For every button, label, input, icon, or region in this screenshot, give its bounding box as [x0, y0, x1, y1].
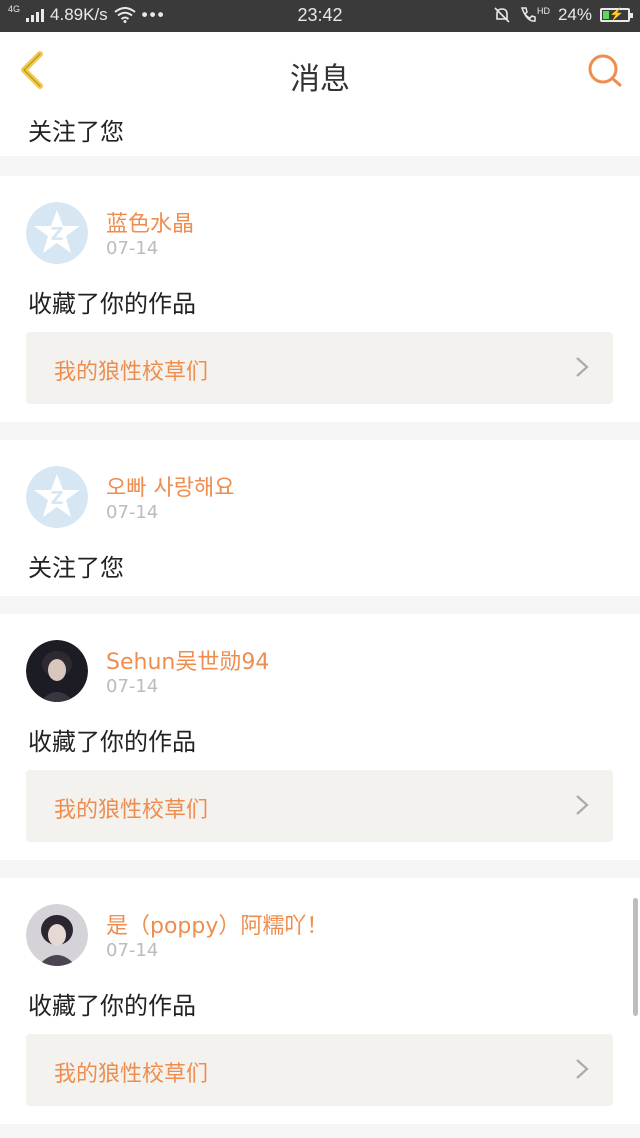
svg-text:Z: Z	[50, 224, 63, 245]
search-icon	[588, 54, 622, 87]
message-date: 07-14	[106, 502, 159, 523]
message-card[interactable]: Z 蓝色水晶 07-14 收藏了你的作品 我的狼性校草们	[0, 176, 640, 422]
work-link[interactable]: 我的狼性校草们	[26, 770, 613, 842]
message-card[interactable]: 是（poppy）阿糯吖！ 07-14 收藏了你的作品 我的狼性校草们	[0, 878, 640, 1124]
message-date: 07-14	[106, 238, 159, 259]
avatar[interactable]	[26, 640, 88, 702]
work-title: 我的狼性校草们	[54, 1062, 209, 1087]
message-card[interactable]: 关注了您	[0, 108, 640, 156]
default-avatar-icon: Z	[26, 466, 88, 528]
user-photo	[26, 904, 88, 966]
scrollbar[interactable]	[633, 898, 638, 1016]
nav-header: 消息	[0, 32, 640, 109]
status-right: HD 24% ⚡	[493, 5, 633, 25]
bell-muted-icon	[494, 7, 510, 23]
message-date: 07-14	[106, 940, 159, 961]
user-name[interactable]: 是（poppy）阿糯吖！	[106, 908, 328, 940]
default-avatar-icon: Z	[26, 202, 88, 264]
message-card[interactable]: Z 오빠 사랑해요 07-14 关注了您	[0, 440, 640, 596]
chevron-right-icon	[576, 357, 589, 377]
search-button[interactable]	[586, 52, 624, 90]
user-name[interactable]: 오빠 사랑해요	[106, 470, 234, 502]
hd-label: HD	[536, 6, 550, 16]
avatar[interactable]	[26, 904, 88, 966]
battery-icon: ⚡	[600, 7, 633, 22]
status-bar: 4G 4.89K/s ••• 23:42 HD 24% ⚡	[0, 0, 640, 32]
chevron-right-icon	[576, 795, 589, 815]
message-action: 收藏了你的作品	[28, 728, 196, 756]
page-title: 消息	[290, 62, 350, 97]
message-action: 收藏了你的作品	[28, 992, 196, 1020]
chevron-right-icon	[576, 1059, 589, 1079]
message-action: 收藏了你的作品	[28, 290, 196, 318]
message-action: 关注了您	[28, 554, 124, 582]
battery-percent: 24%	[557, 5, 592, 24]
user-name[interactable]: Sehun吴世勋94	[106, 644, 269, 676]
message-action: 关注了您	[28, 118, 124, 146]
avatar[interactable]: Z	[26, 466, 88, 528]
message-date: 07-14	[106, 676, 159, 697]
user-name[interactable]: 蓝色水晶	[106, 206, 194, 238]
user-photo	[26, 640, 88, 702]
svg-text:Z: Z	[50, 488, 63, 509]
work-title: 我的狼性校草们	[54, 360, 209, 385]
message-card[interactable]: Sehun吴世勋94 07-14 收藏了你的作品 我的狼性校草们	[0, 614, 640, 860]
work-link[interactable]: 我的狼性校草们	[26, 332, 613, 404]
work-link[interactable]: 我的狼性校草们	[26, 1034, 613, 1106]
avatar[interactable]: Z	[26, 202, 88, 264]
work-title: 我的狼性校草们	[54, 798, 209, 823]
call-hd-icon: HD	[519, 6, 550, 24]
